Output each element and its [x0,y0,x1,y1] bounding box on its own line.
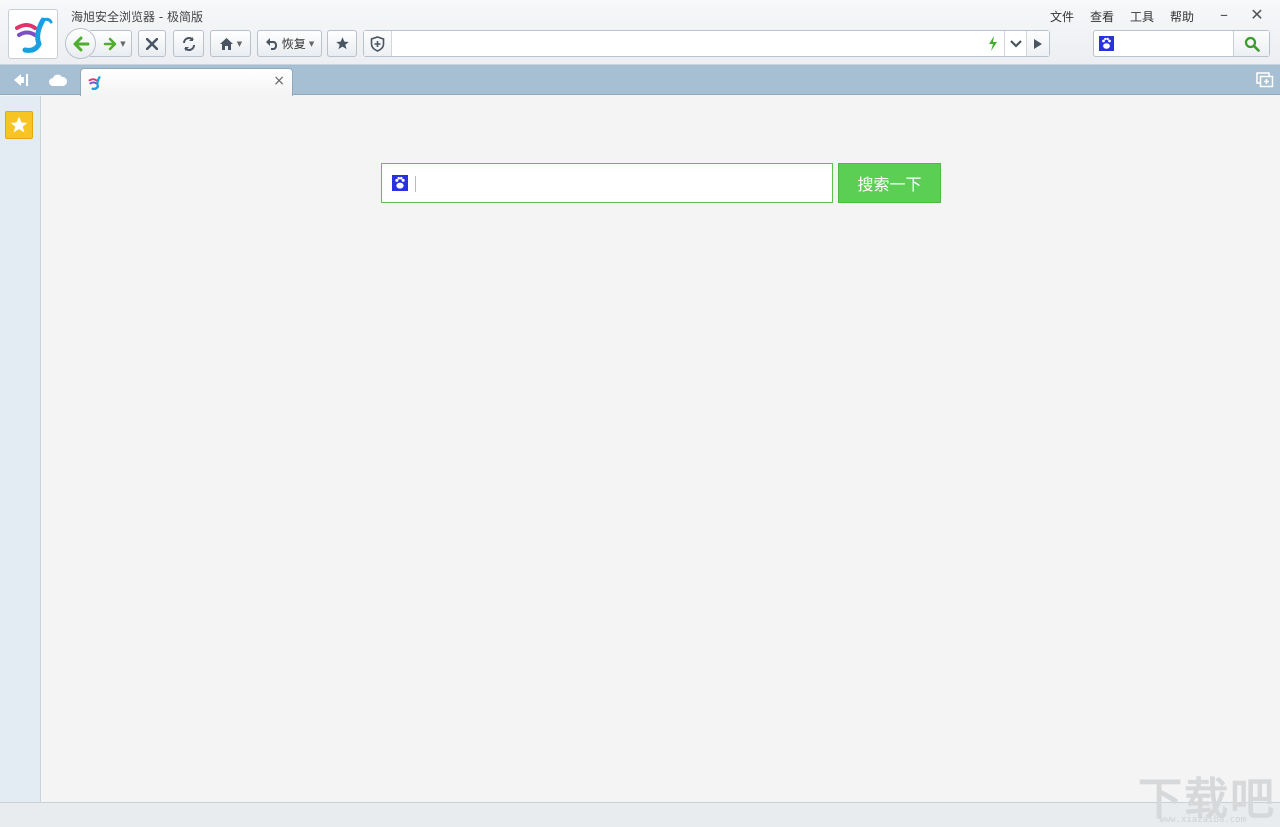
favorites-button[interactable] [5,111,33,139]
tab-active[interactable]: × [80,68,293,96]
star-icon [10,116,28,133]
tab-strip: × [0,65,1280,96]
home-button[interactable]: ▼ [210,30,251,57]
cloud-icon [49,74,68,86]
main-search-box [381,163,833,203]
refresh-button[interactable] [173,30,204,57]
home-icon [219,37,233,50]
address-dropdown-button[interactable] [1004,31,1026,56]
close-window-button[interactable]: ✕ [1247,5,1267,25]
undo-icon [265,38,277,50]
baidu-paw-icon [1099,36,1114,51]
menu-file[interactable]: 文件 [1050,8,1074,25]
bookmark-button[interactable] [327,30,357,57]
main-search-input[interactable] [418,170,818,196]
forward-button[interactable]: ▼ [90,30,132,57]
menu-tools[interactable]: 工具 [1130,8,1154,25]
menu-view[interactable]: 查看 [1090,8,1114,25]
bolt-icon [989,36,997,51]
window-title: 海旭安全浏览器 - 极简版 [71,10,203,24]
go-arrow-icon [1034,38,1042,49]
home-dropdown-icon: ▼ [236,39,243,48]
forward-arrow-icon [104,37,117,50]
app-logo-icon [88,76,101,90]
main-search-engine[interactable] [392,175,408,194]
restore-button[interactable]: 恢复 ▼ [257,30,322,57]
main-search-button[interactable]: 搜索一下 [838,163,941,203]
back-button[interactable] [65,28,96,59]
sidebar-toggle-icon [13,74,28,86]
toolbar-search-box [1093,30,1270,57]
restore-dropdown-icon: ▼ [308,39,315,48]
baidu-paw-icon [392,175,408,191]
back-arrow-icon [73,36,89,51]
chevron-down-icon [1009,39,1022,48]
app-logo-icon [15,17,53,53]
cloud-sync-button[interactable] [48,71,68,89]
new-tab-icon [1256,72,1274,88]
sidebar-toggle-button[interactable] [10,71,30,89]
refresh-icon [182,36,195,51]
stop-icon [146,37,158,50]
stop-button[interactable] [138,30,166,57]
search-engine-selector[interactable] [1099,36,1114,54]
shield-icon [370,35,385,52]
forward-dropdown-icon: ▼ [120,39,126,48]
tab-close-button[interactable]: × [273,73,285,89]
star-icon [335,37,349,50]
security-button[interactable] [364,31,392,56]
url-input[interactable] [394,33,984,54]
minimize-button[interactable]: – [1214,5,1234,25]
watermark-url: www.xiazaiba.com [1159,815,1246,825]
menu-help[interactable]: 帮助 [1170,8,1194,25]
restore-label: 恢复 [281,37,306,51]
toolbar-search-input[interactable] [1118,33,1230,54]
go-button[interactable] [1026,31,1049,56]
app-logo [8,9,58,59]
address-bar [363,30,1050,57]
speed-mode-button[interactable] [982,31,1004,56]
toolbar-search-button[interactable] [1233,31,1269,56]
title-bar: 海旭安全浏览器 - 极简版 文件 查看 工具 帮助 – ✕ ▼ ▼ 恢复 ▼ [0,0,1280,65]
status-bar [0,802,1280,827]
text-cursor [415,176,416,192]
new-tab-button[interactable] [1256,72,1274,88]
tab-favicon [88,75,104,94]
search-icon [1244,36,1260,52]
sidebar [0,96,41,802]
